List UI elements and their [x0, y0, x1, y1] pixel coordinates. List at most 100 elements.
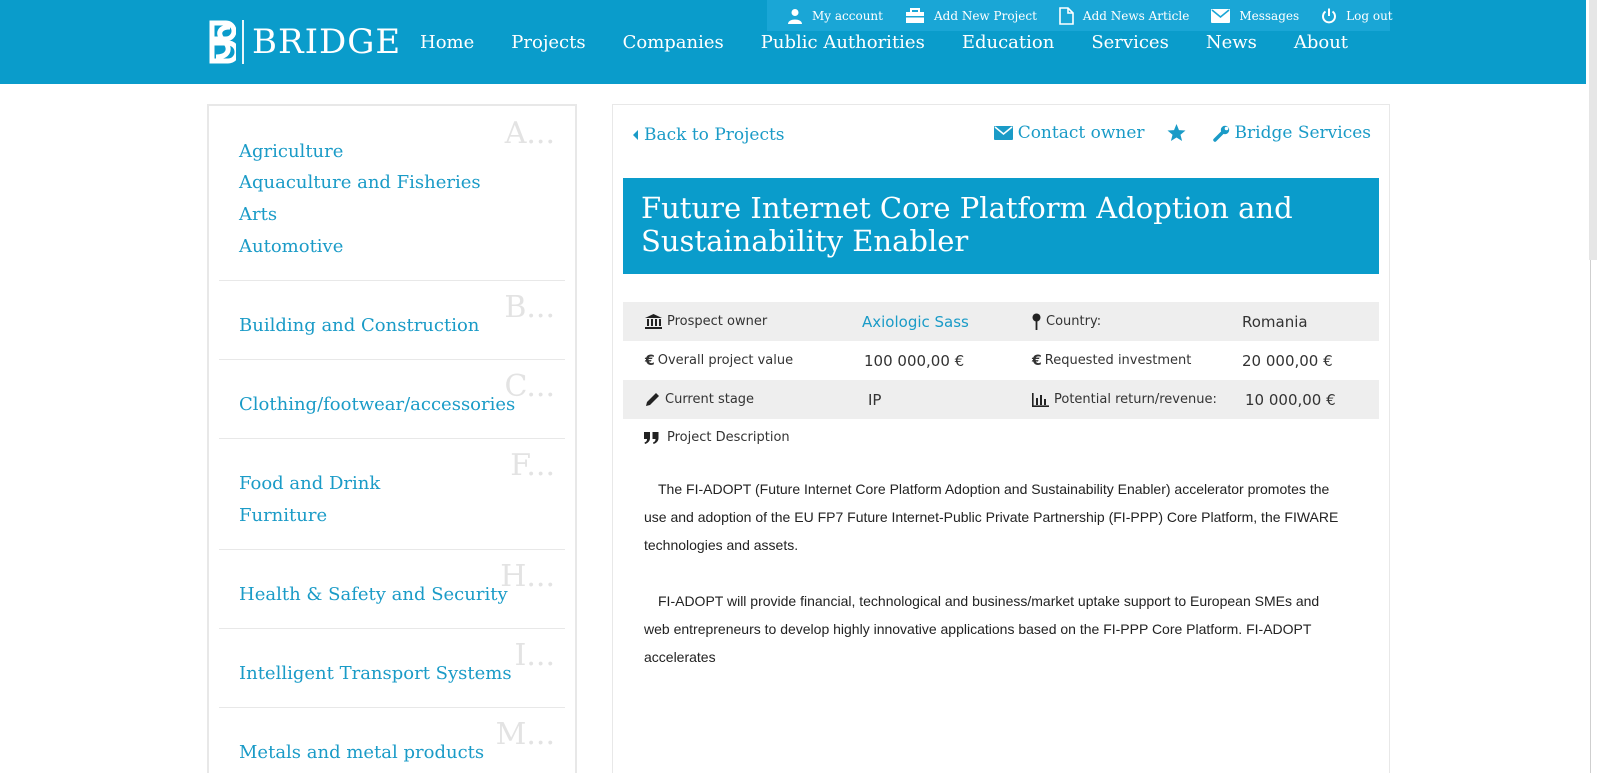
power-icon [1322, 8, 1337, 23]
nav-home[interactable]: Home [420, 32, 474, 53]
main-nav: Home Projects Companies Public Authoriti… [420, 32, 1385, 53]
potential-return-label: Potential return/revenue: [1054, 392, 1217, 407]
overall-value: 100 000,00 € [864, 351, 965, 370]
scrollbar-thumb[interactable] [1589, 0, 1597, 260]
group-letter: H... [500, 559, 555, 594]
project-info-table: Prospect owner Axiologic Sass Country: R… [623, 302, 1379, 419]
category-group-f: F... Food and Drink Furniture [219, 439, 565, 550]
description-paragraph: The FI-ADOPT (Future Internet Core Platf… [644, 481, 1339, 553]
current-stage-value: IP [868, 390, 882, 409]
group-letter: B... [504, 290, 555, 325]
category-intelligent-transport[interactable]: Intelligent Transport Systems [239, 663, 512, 684]
institution-icon [645, 314, 662, 329]
project-actions: Contact owner Bridge Services [972, 123, 1371, 143]
my-account-label: My account [812, 8, 883, 23]
briefcase-icon [905, 7, 924, 23]
category-metals[interactable]: Metals and metal products [239, 742, 484, 763]
potential-return-value: 10 000,00 € [1245, 390, 1336, 409]
category-group-b: B... Building and Construction [219, 281, 565, 360]
group-letter: I... [514, 638, 555, 673]
category-sidebar: A... Agriculture Aquaculture and Fisheri… [207, 104, 577, 773]
favorite-button[interactable] [1167, 124, 1191, 142]
category-agriculture[interactable]: Agriculture [239, 141, 343, 162]
category-aquaculture[interactable]: Aquaculture and Fisheries [239, 172, 481, 193]
project-description-heading: Project Description [644, 430, 790, 445]
nav-education[interactable]: Education [962, 32, 1055, 53]
add-project-label: Add New Project [933, 8, 1037, 23]
back-to-projects-link[interactable]: Back to Projects [633, 125, 785, 145]
group-letter: A... [504, 116, 555, 151]
caret-left-icon [633, 130, 638, 140]
bridge-logo-icon [206, 19, 236, 65]
project-description: The FI-ADOPT (Future Internet Core Platf… [644, 475, 1344, 699]
nav-about[interactable]: About [1294, 32, 1348, 53]
nav-services[interactable]: Services [1091, 32, 1168, 53]
contact-owner-label: Contact owner [1017, 123, 1145, 143]
contact-owner-button[interactable]: Contact owner [993, 123, 1145, 143]
current-stage-label: Current stage [665, 392, 755, 407]
bar-chart-icon [1032, 392, 1049, 407]
category-group-i: I... Intelligent Transport Systems [219, 629, 565, 708]
add-news-link[interactable]: Add News Article [1059, 6, 1189, 25]
header-bar: BRIDGE Home Projects Companies Public Au… [0, 0, 1600, 84]
description-paragraph: FI-ADOPT will provide financial, technol… [644, 593, 1320, 665]
my-account-link[interactable]: My account [787, 8, 883, 24]
brand-name: BRIDGE [252, 22, 402, 62]
project-title-banner: Future Internet Core Platform Adoption a… [623, 178, 1379, 274]
prospect-owner-link[interactable]: Axiologic Sass [862, 313, 969, 331]
country-label: Country: [1046, 314, 1102, 329]
add-project-link[interactable]: Add New Project [905, 7, 1037, 24]
document-icon [1059, 6, 1074, 25]
requested-investment-label-cell: € Requested investment [1032, 353, 1191, 369]
group-letter: F... [510, 448, 555, 483]
bridge-services-button[interactable]: Bridge Services [1212, 123, 1371, 143]
star-icon [1167, 124, 1186, 142]
brand-logo[interactable]: BRIDGE [206, 18, 401, 66]
requested-investment-label: Requested investment [1044, 353, 1192, 368]
logo-divider [242, 20, 244, 64]
category-group-a: A... Agriculture Aquaculture and Fisheri… [219, 106, 565, 281]
country-value: Romania [1242, 312, 1308, 331]
logout-label: Log out [1346, 8, 1393, 23]
category-group-m: M... Metals and metal products [219, 708, 565, 773]
envelope-icon [1211, 8, 1231, 23]
messages-label: Messages [1239, 8, 1300, 23]
category-health-safety[interactable]: Health & Safety and Security [239, 584, 508, 605]
user-toolbar: My account Add New Project Add News Arti… [767, 0, 1393, 31]
nav-news[interactable]: News [1206, 32, 1257, 53]
country-label-cell: Country: [1032, 313, 1101, 330]
current-stage-label-cell: Current stage [645, 392, 754, 407]
bridge-services-label: Bridge Services [1234, 123, 1371, 143]
group-letter: M... [495, 717, 555, 752]
category-clothing[interactable]: Clothing/footwear/accessories [239, 394, 515, 415]
euro-icon: € [645, 352, 655, 369]
prospect-owner-label-cell: Prospect owner [645, 314, 767, 329]
pencil-icon [646, 393, 659, 406]
category-group-c: C... Clothing/footwear/accessories [219, 360, 565, 439]
back-label: Back to Projects [644, 125, 785, 145]
quote-icon [644, 431, 659, 444]
category-arts[interactable]: Arts [239, 204, 277, 225]
euro-icon: € [1032, 352, 1042, 369]
logout-link[interactable]: Log out [1321, 8, 1393, 24]
envelope-icon [993, 126, 1013, 140]
category-automotive[interactable]: Automotive [239, 236, 343, 257]
category-group-h: H... Health & Safety and Security [219, 550, 565, 629]
project-detail-panel: Back to Projects Contact owner Bridge Se… [612, 104, 1390, 773]
category-building[interactable]: Building and Construction [239, 315, 479, 336]
messages-link[interactable]: Messages [1211, 8, 1300, 23]
nav-public-authorities[interactable]: Public Authorities [761, 32, 925, 53]
map-pin-icon [1032, 313, 1041, 330]
project-description-label: Project Description [667, 430, 790, 445]
potential-return-label-cell: Potential return/revenue: [1032, 392, 1217, 407]
overall-value-label: Overall project value [657, 353, 794, 368]
category-furniture[interactable]: Furniture [239, 505, 327, 526]
nav-companies[interactable]: Companies [623, 32, 724, 53]
category-food-drink[interactable]: Food and Drink [239, 473, 380, 494]
nav-projects[interactable]: Projects [511, 32, 585, 53]
page-scrollbar[interactable] [1586, 0, 1600, 773]
project-title: Future Internet Core Platform Adoption a… [641, 191, 1293, 258]
wrench-icon [1212, 125, 1229, 142]
info-row: Current stage IP Potential return/revenu… [623, 380, 1379, 419]
info-row: Prospect owner Axiologic Sass Country: R… [623, 302, 1379, 341]
